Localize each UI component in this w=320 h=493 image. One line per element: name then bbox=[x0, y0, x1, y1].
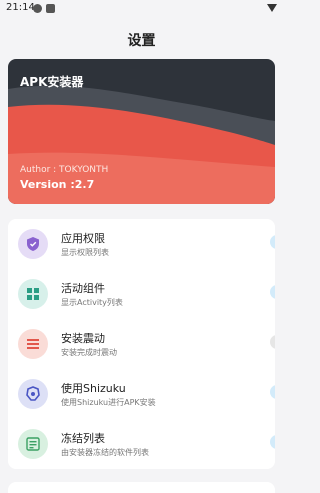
app-info-banner: APK安装器 Author : TOKYONTH Version :2.7 bbox=[8, 59, 275, 204]
app-bar: 设置 bbox=[0, 18, 283, 58]
setting-title: 冻结列表 bbox=[61, 432, 105, 445]
status-bar: 21:14 bbox=[0, 0, 283, 18]
setting-subtitle: 显示Activity列表 bbox=[61, 298, 123, 307]
shizuku-icon bbox=[18, 379, 48, 409]
status-time: 21:14 bbox=[6, 2, 35, 13]
wifi-icon bbox=[267, 4, 277, 12]
setting-frozen-list[interactable]: 冻结列表 由安装器冻结的软件列表 bbox=[8, 419, 275, 469]
setting-use-shizuku[interactable]: 使用Shizuku 使用Shizuku进行APK安装 bbox=[8, 369, 275, 419]
setting-app-permissions[interactable]: 应用权限 显示权限列表 bbox=[8, 219, 275, 269]
author-label: Author : TOKYONTH bbox=[20, 165, 109, 175]
toggle-switch[interactable] bbox=[270, 285, 275, 299]
setting-subtitle: 使用Shizuku进行APK安装 bbox=[61, 398, 156, 407]
setting-title: 使用Shizuku bbox=[61, 382, 126, 395]
notification-icon bbox=[33, 4, 42, 13]
version-label: Version :2.7 bbox=[20, 178, 95, 191]
setting-title: 活动组件 bbox=[61, 282, 105, 295]
setting-install-vibration[interactable]: 安装震动 安装完成时震动 bbox=[8, 319, 275, 369]
toggle-switch[interactable] bbox=[270, 435, 275, 449]
setting-activity-components[interactable]: 活动组件 显示Activity列表 bbox=[8, 269, 275, 319]
shield-icon bbox=[18, 229, 48, 259]
toggle-switch[interactable] bbox=[270, 385, 275, 399]
page-title: 设置 bbox=[127, 33, 156, 49]
grid-icon bbox=[18, 279, 48, 309]
app-name: APK安装器 bbox=[20, 75, 84, 89]
setting-subtitle: 安装完成时震动 bbox=[61, 348, 117, 357]
setting-subtitle: 显示权限列表 bbox=[61, 248, 109, 257]
vibrate-icon bbox=[18, 329, 48, 359]
toggle-switch[interactable] bbox=[270, 335, 275, 349]
toggle-switch[interactable] bbox=[270, 235, 275, 249]
gallery-icon bbox=[46, 4, 55, 13]
list-icon bbox=[18, 429, 48, 459]
setting-title: 应用权限 bbox=[61, 232, 105, 245]
setting-subtitle: 由安装器冻结的软件列表 bbox=[61, 448, 149, 457]
next-settings-card bbox=[8, 482, 275, 493]
setting-title: 安装震动 bbox=[61, 332, 105, 345]
settings-card: 应用权限 显示权限列表 活动组件 显示Activity列表 安装震动 安装完成时… bbox=[8, 219, 275, 469]
